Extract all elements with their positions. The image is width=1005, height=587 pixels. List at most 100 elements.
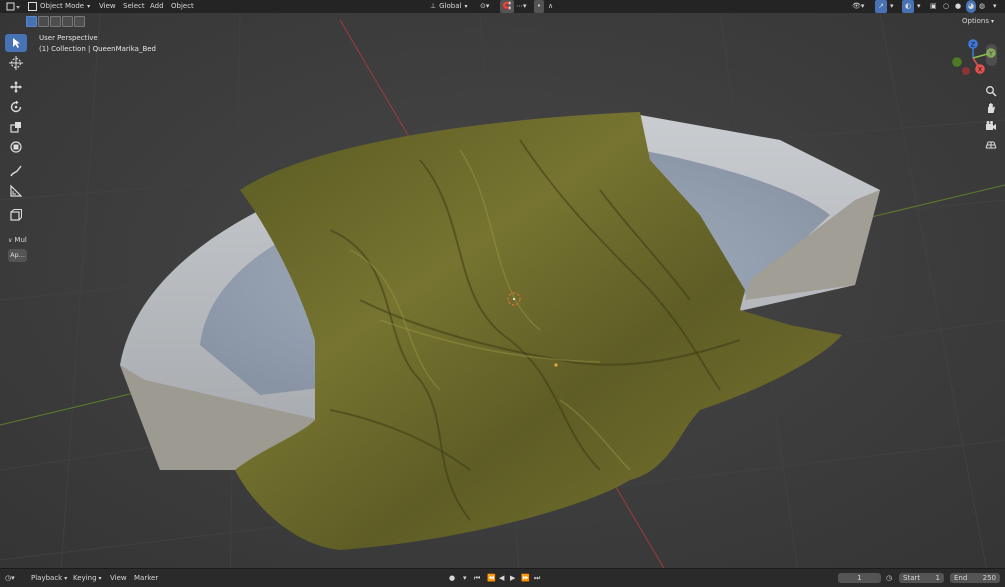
pan-view-icon[interactable] xyxy=(985,102,997,114)
scale-tool[interactable] xyxy=(5,118,27,136)
editor-type-icon[interactable] xyxy=(5,0,23,13)
object-mode-icon xyxy=(28,1,37,11)
overlays-dropdown-icon[interactable]: ▾ xyxy=(917,0,921,13)
cursor-arrow-icon xyxy=(13,38,20,48)
falloff-icon[interactable]: ∧ xyxy=(548,0,553,13)
snap-toggle-icon[interactable]: 🧲 xyxy=(500,0,514,13)
timeline-view-menu[interactable]: View xyxy=(110,569,127,587)
gizmo-pin-icon xyxy=(986,44,997,66)
viewport-overlay-text: User Perspective (1) Collection | QueenM… xyxy=(39,33,156,55)
select-invert-icon[interactable] xyxy=(62,16,73,27)
overlays-icon[interactable]: ◐ xyxy=(902,0,914,13)
timeline-bar: ◷▾ Playback ▾ Keying ▾ View Marker ● ▾ ⏮ ⏪… xyxy=(0,568,1005,587)
object-mode-label: Object Mode xyxy=(40,2,85,10)
object-origin xyxy=(554,363,558,367)
select-intersect-icon[interactable] xyxy=(74,16,85,27)
menu-view[interactable]: View xyxy=(99,0,116,13)
selection-mode-toolbar xyxy=(26,16,86,27)
gizmo-neg-y-icon[interactable] xyxy=(952,57,962,67)
select-box-tool[interactable] xyxy=(5,34,27,52)
playback-label: Playback xyxy=(31,574,63,582)
3d-viewport[interactable] xyxy=(0,0,1005,587)
gizmo-dropdown-icon[interactable]: ▾ xyxy=(890,0,894,13)
chevron-down-icon: ▾ xyxy=(464,3,468,10)
crosshair-icon xyxy=(9,56,23,70)
move-arrows-icon xyxy=(10,81,22,93)
proportional-edit-icon[interactable]: • xyxy=(534,0,544,13)
keyframe-dropdown-icon[interactable]: ▾ xyxy=(463,569,467,587)
ruler-icon xyxy=(10,184,23,197)
jump-to-start-icon[interactable]: ⏮ xyxy=(474,569,480,587)
select-new-icon[interactable] xyxy=(26,16,37,27)
scale-icon xyxy=(10,122,21,133)
select-extend-icon[interactable] xyxy=(38,16,49,27)
end-label: End xyxy=(954,574,968,582)
end-frame-field[interactable]: End 250 xyxy=(950,573,1000,583)
collection-path: (1) Collection | QueenMarika_Bed xyxy=(39,45,156,53)
jump-to-end-icon[interactable]: ⏭ xyxy=(534,569,540,587)
pencil-icon xyxy=(10,165,22,177)
move-tool[interactable] xyxy=(5,78,27,96)
material-preview-shading-icon[interactable]: ◕ xyxy=(966,0,976,13)
end-value: 250 xyxy=(982,574,996,582)
orientation-label: Global xyxy=(439,2,462,10)
play-reverse-icon[interactable]: ◀ xyxy=(499,569,504,587)
rotate-tool[interactable] xyxy=(5,98,27,116)
current-frame-field[interactable]: 1 xyxy=(838,573,881,583)
add-cube-tool[interactable] xyxy=(5,206,27,224)
transform-orientation-dropdown[interactable]: ⊥ Global ▾ xyxy=(430,0,467,13)
transform-tool[interactable] xyxy=(5,138,27,156)
menu-select[interactable]: Select xyxy=(123,0,145,13)
viewport-header: Object Mode ▾ View Select Add Object ⊥ Glo… xyxy=(0,0,1005,13)
gizmo-neg-x-icon[interactable] xyxy=(962,67,970,75)
keying-menu[interactable]: Keying ▾ xyxy=(73,569,102,587)
view-name: User Perspective xyxy=(39,34,98,42)
start-frame-field[interactable]: Start 1 xyxy=(899,573,944,583)
jump-to-previous-keyframe-icon[interactable]: ⏪ xyxy=(487,569,496,587)
panel-title: Mul xyxy=(14,236,27,244)
select-subtract-icon[interactable] xyxy=(50,16,61,27)
keying-label: Keying xyxy=(73,574,97,582)
object-mode-dropdown[interactable]: Object Mode ▾ xyxy=(28,0,90,13)
apply-button[interactable]: Ap... xyxy=(8,249,27,262)
solid-shading-icon[interactable]: ● xyxy=(955,0,961,13)
show-gizmo-icon[interactable]: ↗ xyxy=(875,0,887,13)
gizmo-x-label: X xyxy=(978,66,983,74)
chevron-down-icon: ▾ xyxy=(98,575,102,582)
start-label: Start xyxy=(903,574,921,582)
options-label: Options xyxy=(962,17,990,25)
timeline-editor-icon[interactable]: ◷▾ xyxy=(5,569,15,587)
snap-target-icon[interactable]: ⋯▾ xyxy=(516,0,527,13)
orthographic-toggle-icon[interactable] xyxy=(985,138,997,150)
transform-icon xyxy=(10,141,22,153)
cursor-tool[interactable] xyxy=(5,54,27,72)
xray-toggle-icon[interactable]: ▣ xyxy=(930,0,937,13)
preview-range-icon[interactable]: ◷ xyxy=(886,569,892,587)
collapse-chevron-icon: ∨ xyxy=(8,237,13,244)
rotate-icon xyxy=(10,100,22,113)
play-icon[interactable]: ▶ xyxy=(510,569,515,587)
viewport-gizmos-icon[interactable]: 👁▾ xyxy=(852,0,864,13)
marker-menu[interactable]: Marker xyxy=(134,569,158,587)
record-keyframes-icon[interactable]: ● xyxy=(449,569,455,587)
jump-to-next-keyframe-icon[interactable]: ⏩ xyxy=(521,569,530,587)
wireframe-shading-icon[interactable]: ○ xyxy=(943,0,949,13)
menu-object[interactable]: Object xyxy=(171,0,194,13)
pivot-point-icon[interactable]: ⊙▾ xyxy=(480,0,489,13)
gizmo-z-label: Z xyxy=(971,41,976,49)
options-dropdown[interactable]: Options ▾ xyxy=(962,15,994,27)
chevron-down-icon: ▾ xyxy=(991,18,995,25)
annotate-tool[interactable] xyxy=(5,162,27,180)
chevron-down-icon: ▾ xyxy=(64,575,68,582)
playback-menu[interactable]: Playback ▾ xyxy=(31,569,67,587)
start-value: 1 xyxy=(935,574,940,582)
shading-dropdown-icon[interactable]: ▾ xyxy=(993,0,997,13)
camera-view-icon[interactable] xyxy=(985,120,997,132)
rendered-shading-icon[interactable]: ◍ xyxy=(979,0,985,13)
zoom-view-icon[interactable] xyxy=(985,85,997,97)
blender-window: Object Mode ▾ View Select Add Object ⊥ Glo… xyxy=(0,0,1005,587)
menu-add[interactable]: Add xyxy=(150,0,164,13)
measure-tool[interactable] xyxy=(5,182,27,200)
cube-add-icon xyxy=(10,209,22,221)
last-operator-panel[interactable]: ∨ Mul xyxy=(8,235,27,245)
